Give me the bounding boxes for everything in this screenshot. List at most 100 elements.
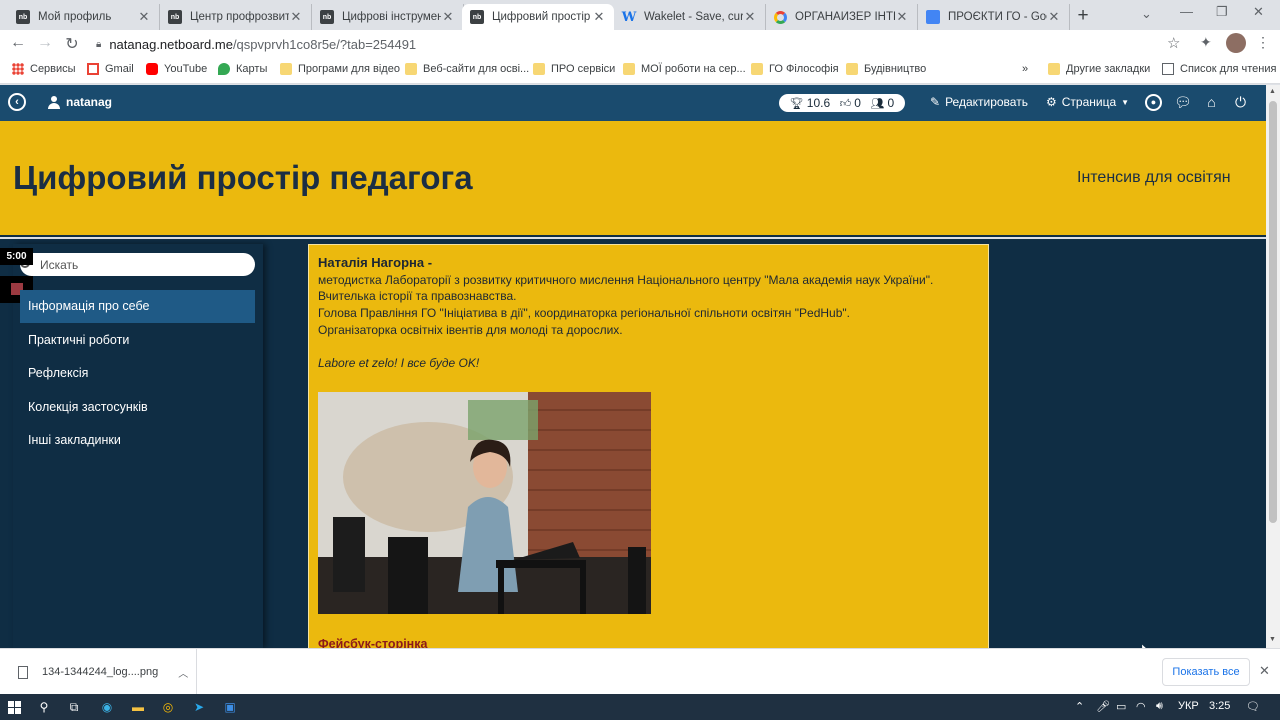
tab-my-profile[interactable]: nb Мой профиль ✕ xyxy=(8,4,160,30)
sidebar-item-other-bookmarks[interactable]: Інші закладинки xyxy=(20,424,255,457)
netboard-favicon-icon: nb xyxy=(168,10,182,24)
bookmark-maps[interactable]: Карты xyxy=(218,63,267,75)
profile-avatar[interactable] xyxy=(1226,33,1246,53)
power-icon[interactable]: ⏻ xyxy=(1232,94,1249,111)
bookmark-label: ГО Філософія xyxy=(769,63,839,75)
sidebar-item-practical-works[interactable]: Практичні роботи xyxy=(20,324,255,357)
search-icon[interactable]: ⚲ xyxy=(36,699,52,715)
lock-icon: 🔒︎ xyxy=(96,38,102,50)
trophy-icon: 🏆︎ xyxy=(789,97,804,110)
person-name: Наталія Нагорна - xyxy=(318,255,433,270)
bookmark-folder-services[interactable]: ПРО сервіси xyxy=(533,63,615,75)
scrollbar-thumb[interactable] xyxy=(1269,101,1277,523)
edge-icon[interactable]: ◉ xyxy=(99,699,115,715)
search-input[interactable] xyxy=(20,253,255,276)
app-icon[interactable]: ▣ xyxy=(222,699,238,715)
tray-chevron-up-icon[interactable]: ⌃ xyxy=(1075,700,1084,713)
wakelet-favicon-icon: W xyxy=(621,9,637,25)
new-tab-button[interactable]: + xyxy=(1072,5,1094,27)
user-menu[interactable]: natanag xyxy=(48,95,112,109)
bookmark-folder-philosophy[interactable]: ГО Філософія xyxy=(751,63,839,75)
google-docs-favicon-icon xyxy=(926,10,940,24)
clock[interactable]: 3:25 xyxy=(1209,700,1230,712)
chevron-up-icon[interactable]: ︿ xyxy=(178,665,188,680)
download-item[interactable]: 134-1344244_log....png ︿ xyxy=(0,649,197,695)
bookmark-folder-websites[interactable]: Веб-сайти для осві... xyxy=(405,63,529,75)
folder-icon xyxy=(1048,63,1060,75)
page-scrollbar[interactable]: ▲ ▼ xyxy=(1266,85,1280,648)
tab-prof-center[interactable]: nb Центр профрозвитку ✕ xyxy=(160,4,312,30)
wifi-icon[interactable]: ◠ xyxy=(1136,700,1146,713)
scroll-up-icon[interactable]: ▲ xyxy=(1269,88,1276,95)
address-bar[interactable]: 🔒︎ natanag.netboard.me/qspvprvh1co8r5e/?… xyxy=(90,32,1195,56)
apps-icon xyxy=(12,63,24,75)
bio-line: Вчителька історії та правознавства. xyxy=(318,289,517,304)
scroll-down-icon[interactable]: ▼ xyxy=(1269,636,1276,643)
bookmark-folder-video[interactable]: Програми для відео xyxy=(280,63,400,75)
bookmark-label: YouTube xyxy=(164,63,208,75)
bookmark-star-icon[interactable]: ☆ xyxy=(1167,34,1180,52)
tab-title: ОРГАНАЙЗЕР ІНТЕНСИВ xyxy=(795,11,895,23)
tab-wakelet[interactable]: W Wakelet - Save, curate ✕ xyxy=(614,4,766,30)
language-indicator[interactable]: УКР xyxy=(1178,700,1199,712)
bookmark-services[interactable]: Сервисы xyxy=(12,63,76,75)
sidebar-item-reflection[interactable]: Рефлексія xyxy=(20,357,255,390)
back-circle-icon[interactable]: ‹ xyxy=(8,93,26,111)
windows-start-icon[interactable] xyxy=(8,701,21,714)
tab-search-icon[interactable]: ⌄ xyxy=(1141,6,1152,22)
menu-kebab-icon[interactable]: ⋮ xyxy=(1256,34,1270,51)
bookmark-label: Другие закладки xyxy=(1066,63,1151,75)
close-downloads-icon[interactable]: ✕ xyxy=(1259,663,1270,679)
notifications-icon[interactable]: 🗨︎ xyxy=(1246,700,1260,713)
bookmarks-overflow-button[interactable]: » xyxy=(1022,63,1028,75)
microphone-icon[interactable]: 🎤︎ xyxy=(1096,700,1110,713)
volume-icon[interactable]: 🔊︎ xyxy=(1156,700,1163,713)
reload-icon[interactable]: ↻ xyxy=(62,34,82,54)
sidebar-item-apps-collection[interactable]: Колекція застосунків xyxy=(20,391,255,424)
bookmark-youtube[interactable]: YouTube xyxy=(146,63,207,75)
bookmark-folder-my-works[interactable]: МОЇ роботи на сер... xyxy=(623,63,746,75)
close-tab-icon[interactable]: ✕ xyxy=(743,9,757,25)
home-icon[interactable]: ⌂ xyxy=(1203,94,1220,111)
bookmark-gmail[interactable]: Gmail xyxy=(87,63,134,75)
tab-digital-tools[interactable]: nb Цифрові інструменти ✕ xyxy=(312,4,464,30)
close-tab-icon[interactable]: ✕ xyxy=(289,9,303,25)
close-tab-icon[interactable]: ✕ xyxy=(1047,9,1061,25)
sidebar-item-about[interactable]: Інформація про себе xyxy=(20,290,255,323)
minimize-icon[interactable]: — xyxy=(1180,4,1193,19)
maximize-icon[interactable]: ❐ xyxy=(1216,4,1228,20)
tab-digital-space-active[interactable]: nb Цифровий простір педагога ✕ xyxy=(462,4,614,30)
close-tab-icon[interactable]: ✕ xyxy=(441,9,455,25)
bookmark-other[interactable]: Другие закладки xyxy=(1048,63,1150,75)
extensions-puzzle-icon[interactable]: ✦ xyxy=(1200,34,1212,51)
netboard-favicon-icon: nb xyxy=(16,10,30,24)
task-view-icon[interactable]: ⧉ xyxy=(66,699,82,715)
back-icon[interactable]: ← xyxy=(8,34,28,52)
folder-icon xyxy=(623,63,635,75)
page-menu-button[interactable]: ⚙ Страница ▼ xyxy=(1046,95,1129,109)
battery-icon[interactable]: ▭ xyxy=(1116,700,1126,713)
close-tab-icon[interactable]: ✕ xyxy=(895,9,909,25)
show-all-downloads-button[interactable]: Показать все xyxy=(1162,658,1250,686)
chrome-icon[interactable]: ◎ xyxy=(160,699,176,715)
account-circle-icon[interactable]: ● xyxy=(1145,94,1162,111)
bio-line: Голова Правління ГО "Ініціатива в дії", … xyxy=(318,306,850,321)
close-tab-icon[interactable]: ✕ xyxy=(137,9,151,25)
telegram-icon[interactable]: ➤ xyxy=(191,699,207,715)
chat-bubbles-icon[interactable]: 💬︎ xyxy=(1174,94,1192,111)
edit-button[interactable]: ✎ Редактировать xyxy=(930,95,1028,109)
folder-icon xyxy=(405,63,417,75)
close-tab-icon[interactable]: ✕ xyxy=(592,9,606,25)
bookmark-folder-construction[interactable]: Будівництво xyxy=(846,63,926,75)
bookmarks-bar: Сервисы Gmail YouTube Карты Програми для… xyxy=(0,58,1280,84)
netboard-favicon-icon: nb xyxy=(320,10,334,24)
tab-organizer[interactable]: ОРГАНАЙЗЕР ІНТЕНСИВ ✕ xyxy=(766,4,918,30)
file-explorer-icon[interactable]: ▬ xyxy=(130,699,146,715)
tab-projects[interactable]: ПРОЄКТИ ГО - Google ✕ xyxy=(918,4,1070,30)
forward-icon[interactable]: → xyxy=(35,34,55,52)
stats-badge[interactable]: 🏆︎ 10.6 👍︎ 0 👥︎ 0 xyxy=(779,94,905,112)
reading-list-button[interactable]: Список для чтения xyxy=(1162,63,1276,75)
close-window-icon[interactable]: ✕ xyxy=(1253,4,1264,20)
folder-icon xyxy=(280,63,292,75)
bookmark-label: Gmail xyxy=(105,63,134,75)
